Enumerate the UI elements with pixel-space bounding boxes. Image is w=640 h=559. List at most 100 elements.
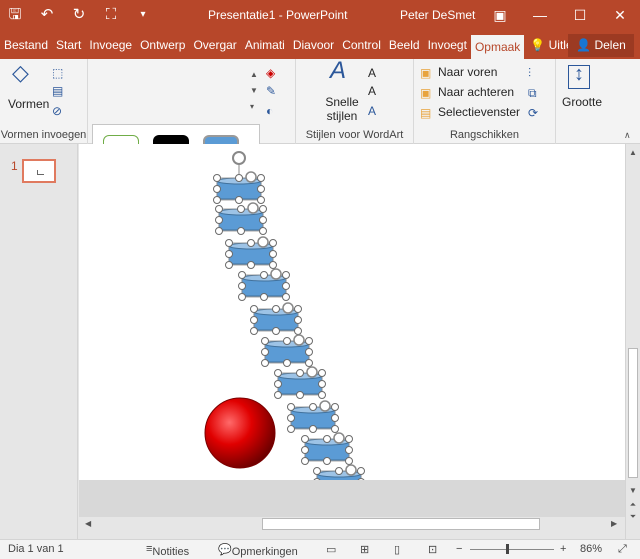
- scroll-left-icon[interactable]: ◀: [85, 517, 91, 531]
- size-icon[interactable]: ↕: [568, 64, 590, 89]
- gallery-scroll-up-icon[interactable]: ▲: [250, 67, 258, 83]
- resize-handle[interactable]: [247, 239, 255, 247]
- user-name[interactable]: Peter DeSmet: [400, 8, 475, 22]
- tab-ontwerp[interactable]: Ontwerp: [136, 32, 189, 59]
- quick-styles-icon[interactable]: A: [330, 59, 346, 83]
- resize-handle[interactable]: [283, 359, 291, 367]
- rotation-handle-icon[interactable]: [319, 400, 331, 412]
- tab-controleren[interactable]: Control: [338, 32, 385, 59]
- zoom-level[interactable]: 86%: [580, 543, 602, 555]
- zoom-out-icon[interactable]: −: [456, 543, 462, 555]
- rotation-handle-icon[interactable]: [257, 236, 269, 248]
- resize-handle[interactable]: [294, 305, 302, 313]
- resize-handle[interactable]: [250, 316, 258, 324]
- tab-animaties[interactable]: Animati: [241, 32, 289, 59]
- resize-handle[interactable]: [213, 185, 221, 193]
- resize-handle[interactable]: [305, 359, 313, 367]
- cylinder-shape[interactable]: [215, 202, 267, 235]
- text-outline-icon[interactable]: A: [368, 83, 376, 99]
- resize-handle[interactable]: [301, 457, 309, 465]
- resize-handle[interactable]: [261, 359, 269, 367]
- resize-handle[interactable]: [269, 239, 277, 247]
- resize-handle[interactable]: [282, 271, 290, 279]
- resize-handle[interactable]: [257, 196, 265, 204]
- resize-handle[interactable]: [215, 227, 223, 235]
- resize-handle[interactable]: [269, 261, 277, 269]
- vertical-scrollbar[interactable]: ▲ ▼ ⏶ ⏷: [625, 144, 640, 539]
- tab-diavoorstelling[interactable]: Diavoor: [289, 32, 338, 59]
- resize-handle[interactable]: [225, 239, 233, 247]
- cylinder-shape[interactable]: [261, 334, 313, 367]
- resize-handle[interactable]: [259, 227, 267, 235]
- resize-handle[interactable]: [357, 467, 365, 475]
- scroll-down-icon[interactable]: ▼: [626, 486, 640, 495]
- resize-handle[interactable]: [259, 216, 267, 224]
- rotation-handle-icon[interactable]: [270, 268, 282, 280]
- cylinder-shape[interactable]: [287, 400, 339, 433]
- size-button[interactable]: Grootte: [562, 95, 602, 109]
- comments-button[interactable]: 💬 Opmerkingen: [218, 543, 298, 558]
- rotation-handle-icon[interactable]: [306, 366, 318, 378]
- vertical-scroll-thumb[interactable]: [628, 348, 638, 478]
- zoom-slider[interactable]: [470, 549, 554, 550]
- rotate-icon[interactable]: ⟳: [528, 105, 538, 121]
- text-box-icon[interactable]: ▤: [52, 83, 63, 99]
- cylinder-shape[interactable]: [225, 236, 277, 269]
- cylinder-shape[interactable]: [274, 366, 326, 399]
- resize-handle[interactable]: [274, 380, 282, 388]
- resize-handle[interactable]: [215, 205, 223, 213]
- tab-opmaak[interactable]: Opmaak: [470, 35, 525, 59]
- gallery-more-icon[interactable]: ▾: [250, 99, 254, 115]
- resize-handle[interactable]: [215, 216, 223, 224]
- resize-handle[interactable]: [335, 467, 343, 475]
- present-icon[interactable]: ⛶: [102, 6, 120, 24]
- cylinder-shape[interactable]: [301, 432, 353, 465]
- group-icon[interactable]: ⧉: [528, 85, 537, 101]
- ribbon-display-icon[interactable]: ▣: [480, 4, 520, 26]
- resize-handle[interactable]: [213, 174, 221, 182]
- resize-handle[interactable]: [274, 369, 282, 377]
- resize-handle[interactable]: [287, 403, 295, 411]
- fit-slide-icon[interactable]: ⤢: [618, 543, 627, 556]
- rotation-handle-icon[interactable]: [345, 464, 357, 476]
- normal-view-icon[interactable]: ▭: [326, 543, 336, 556]
- resize-handle[interactable]: [272, 305, 280, 313]
- cylinder-shape[interactable]: [213, 171, 265, 204]
- save-icon[interactable]: 🖫: [6, 6, 24, 24]
- reading-view-icon[interactable]: ▯: [394, 543, 400, 556]
- redo-icon[interactable]: ↻: [70, 6, 88, 24]
- resize-handle[interactable]: [238, 282, 246, 290]
- resize-handle[interactable]: [213, 196, 221, 204]
- slide[interactable]: [79, 144, 625, 497]
- resize-handle[interactable]: [260, 293, 268, 301]
- rotation-handle-icon[interactable]: [245, 171, 257, 183]
- resize-handle[interactable]: [345, 435, 353, 443]
- horizontal-scroll-thumb[interactable]: [262, 518, 540, 530]
- resize-handle[interactable]: [331, 403, 339, 411]
- rotation-handle-icon[interactable]: [247, 202, 259, 214]
- resize-handle[interactable]: [282, 282, 290, 290]
- resize-handle[interactable]: [318, 369, 326, 377]
- shape-effects-icon[interactable]: ◐: [266, 103, 273, 119]
- resize-handle[interactable]: [260, 271, 268, 279]
- red-ball[interactable]: [204, 397, 276, 469]
- slide-thumbnail[interactable]: [22, 159, 56, 183]
- resize-handle[interactable]: [257, 174, 265, 182]
- resize-handle[interactable]: [259, 205, 267, 213]
- resize-handle[interactable]: [237, 227, 245, 235]
- resize-handle[interactable]: [235, 196, 243, 204]
- resize-handle[interactable]: [294, 316, 302, 324]
- bring-forward-button[interactable]: Naar voren: [438, 65, 497, 79]
- resize-handle[interactable]: [238, 293, 246, 301]
- resize-handle[interactable]: [247, 261, 255, 269]
- merge-shapes-icon[interactable]: ⊘: [52, 103, 62, 119]
- gallery-scroll-down-icon[interactable]: ▼: [250, 83, 258, 99]
- resize-handle[interactable]: [345, 446, 353, 454]
- cylinder-shape[interactable]: [238, 268, 290, 301]
- resize-handle[interactable]: [287, 414, 295, 422]
- align-icon[interactable]: ⫶: [528, 65, 531, 81]
- resize-handle[interactable]: [294, 327, 302, 335]
- quick-styles-button[interactable]: Snelle stijlen: [320, 95, 364, 123]
- resize-handle[interactable]: [225, 261, 233, 269]
- tab-start[interactable]: Start: [52, 32, 85, 59]
